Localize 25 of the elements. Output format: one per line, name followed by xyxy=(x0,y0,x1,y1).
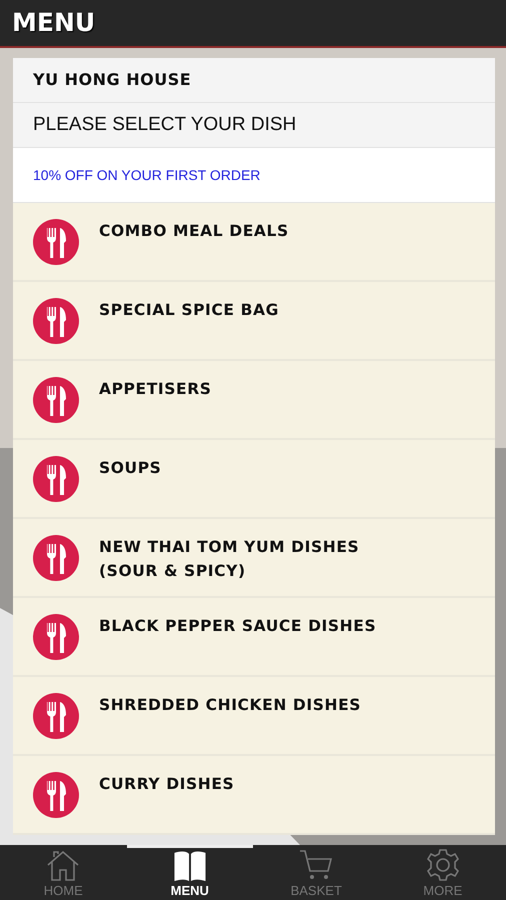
category-item[interactable]: NEW THAI TOM YUM DISHES (SOUR & SPICY) xyxy=(13,519,495,598)
cutlery-icon xyxy=(33,535,79,581)
cutlery-icon xyxy=(33,693,79,739)
cutlery-icon xyxy=(33,377,79,423)
book-icon xyxy=(172,849,208,882)
cutlery-icon xyxy=(33,772,79,818)
category-item[interactable]: SHREDDED CHICKEN DISHES xyxy=(13,677,495,756)
category-item[interactable]: COMBO MEAL DEALS xyxy=(13,203,495,282)
category-item[interactable]: CURRY DISHES xyxy=(13,756,495,835)
category-item[interactable]: BLACK PEPPER SAUCE DISHES xyxy=(13,598,495,677)
nav-tab[interactable]: MENU xyxy=(126,845,253,900)
cutlery-icon xyxy=(33,456,79,502)
category-item[interactable]: SOUPS xyxy=(13,440,495,519)
category-item[interactable]: APPETISERS xyxy=(13,361,495,440)
cutlery-icon xyxy=(33,219,79,265)
home-icon xyxy=(45,848,82,882)
restaurant-name: YU HONG HOUSE xyxy=(33,69,192,91)
cutlery-icon xyxy=(33,298,79,344)
cutlery-icon xyxy=(33,614,79,660)
instruction-text: PLEASE SELECT YOUR DISH xyxy=(33,112,296,137)
category-item[interactable]: SPECIAL SPICE BAG xyxy=(13,282,495,361)
screen-title: MENU xyxy=(12,7,96,40)
cart-icon xyxy=(298,848,334,882)
promo-text: 10% OFF ON YOUR FIRST ORDER xyxy=(33,166,260,184)
settings-icon xyxy=(424,848,461,882)
